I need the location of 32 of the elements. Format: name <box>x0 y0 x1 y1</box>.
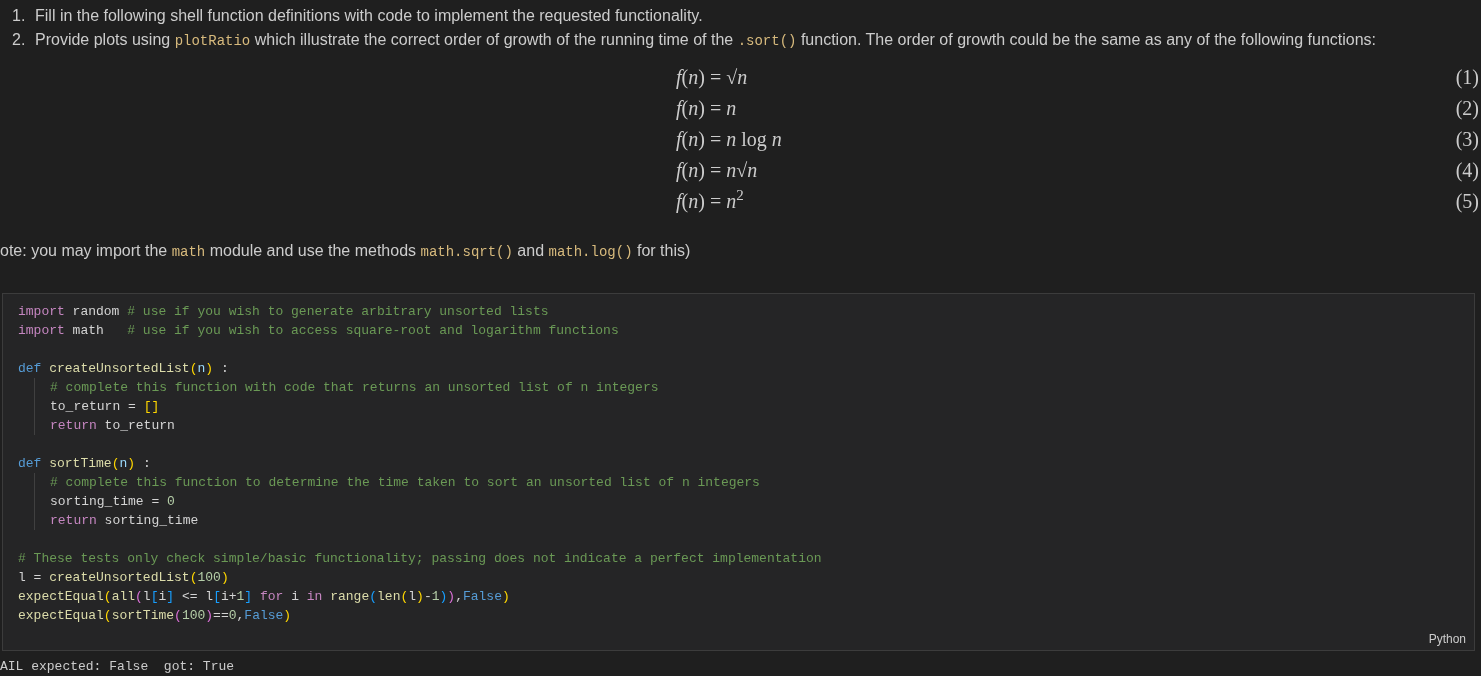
code-line: expectEqual(sortTime(100)==0,False) <box>18 607 292 625</box>
code-line: sorting_time = 0 <box>50 493 175 511</box>
list-number: 1. <box>12 6 27 26</box>
language-label[interactable]: Python <box>1428 630 1466 648</box>
equation: f(n) = n√n <box>676 157 758 184</box>
equation-number: (1) <box>1455 64 1479 91</box>
code-line: return sorting_time <box>50 512 199 530</box>
code-line: def createUnsortedList(n) : <box>18 360 229 378</box>
code-line: # complete this function to determine the time taken to sort an unsorted list of n integers <box>50 474 760 492</box>
note-text: ote: you may import the math module and use the methods math.sqrt() and math.log() for this) <box>0 241 691 262</box>
equation: f(n) = n log n <box>676 126 782 153</box>
output-text: AIL expected: False got: True <box>0 658 235 676</box>
equation: f(n) = √n <box>676 64 748 91</box>
list-number: 2. <box>12 30 27 50</box>
code-line: def sortTime(n) : <box>18 455 151 473</box>
code-line: to_return = [] <box>50 398 160 416</box>
equation-number: (3) <box>1455 126 1479 153</box>
code-line: # These tests only check simple/basic functionality; passing does not indicate a perfect implementation <box>18 550 822 568</box>
code-cell[interactable] <box>2 293 1475 651</box>
list-item-text: Fill in the following shell function definitions with code to implement the requested functionality. <box>35 6 703 26</box>
code-line: l = createUnsortedList(100) <box>18 569 229 587</box>
equation: f(n) = n$^{2}$ <box>676 186 744 215</box>
code-line: import random # use if you wish to generate arbitrary unsorted lists <box>18 303 549 321</box>
code-line: expectEqual(all(l[i] <= l[i+1] for i in range(len(l)-1)),False) <box>18 588 510 606</box>
code-line: # complete this function with code that returns an unsorted list of n integers <box>50 379 659 397</box>
list-item-text: Provide plots using plotRatio which illustrate the correct order of growth of the running time of the .sort() function. The order of growth could be the same as any of the following functions: <box>35 30 1377 51</box>
equation-number: (5) <box>1455 188 1479 215</box>
code-line: import math # use if you wish to access square-root and logarithm functions <box>18 322 619 340</box>
equation: f(n) = n <box>676 95 737 122</box>
equation-number: (4) <box>1455 157 1479 184</box>
code-line: return to_return <box>50 417 175 435</box>
equation-number: (2) <box>1455 95 1479 122</box>
